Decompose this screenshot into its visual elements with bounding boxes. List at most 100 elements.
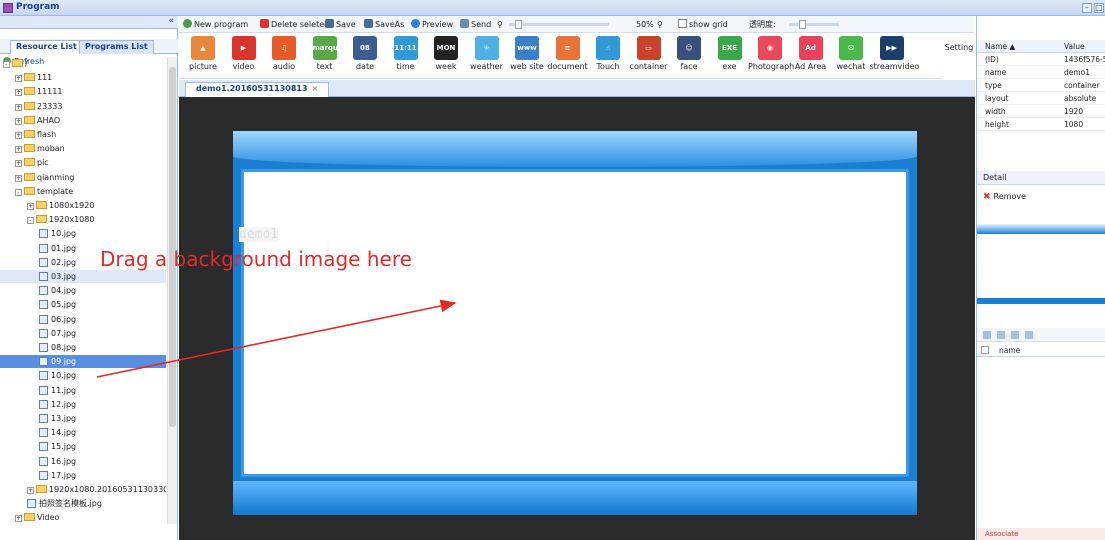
property-row[interactable]: height 1080: [977, 118, 1105, 131]
delete-selected-button[interactable]: Delete seleted: [260, 18, 329, 31]
palette-item-wechat[interactable]: ✉ wechat: [829, 36, 873, 78]
tree-item[interactable]: + Video: [0, 511, 166, 524]
tree-item[interactable]: 06.jpg: [0, 313, 166, 326]
tab-programs-list[interactable]: Programs List: [79, 40, 154, 54]
remove-button[interactable]: ✖ Remove: [983, 192, 1026, 202]
send-button[interactable]: Send: [460, 18, 491, 31]
tree-item[interactable]: + AHAO: [0, 114, 166, 127]
expand-toggle-icon[interactable]: +: [15, 75, 22, 83]
save-as-button[interactable]: SaveAs: [364, 18, 404, 31]
tree-item[interactable]: - /: [0, 57, 166, 70]
opacity-slider[interactable]: [789, 20, 839, 29]
collapse-left-icon[interactable]: «: [168, 16, 174, 26]
property-value[interactable]: demo1: [1064, 66, 1105, 79]
tree-item[interactable]: +1080x1920: [0, 199, 166, 212]
preview-button[interactable]: Preview: [411, 18, 453, 31]
property-value[interactable]: 1436f576-5: [1064, 53, 1105, 66]
property-row[interactable]: type container: [977, 79, 1105, 92]
show-grid-toggle[interactable]: show grid: [678, 18, 728, 31]
palette-item-picture[interactable]: ▲ picture: [181, 36, 225, 78]
property-row[interactable]: width 1920: [977, 105, 1105, 118]
tree-item[interactable]: 04.jpg: [0, 284, 166, 297]
palette-item-web-site[interactable]: www web site: [505, 36, 549, 78]
tree-item[interactable]: +11111: [0, 85, 166, 98]
property-value[interactable]: 1080: [1064, 118, 1105, 131]
palette-item-face[interactable]: ☺ face: [667, 36, 711, 78]
tab-demo1[interactable]: demo1.20160531130813 ×: [185, 82, 330, 97]
tree-item[interactable]: - 1920x1080: [0, 213, 166, 226]
expand-toggle-icon[interactable]: +: [27, 487, 34, 494]
tree-scrollbar[interactable]: [167, 57, 177, 524]
tree-item[interactable]: 17.jpg: [0, 469, 166, 482]
tree-item[interactable]: 07.jpg: [0, 327, 166, 340]
new-program-button[interactable]: New program: [183, 18, 248, 31]
collapse-bar[interactable]: «: [0, 16, 178, 29]
palette-item-video[interactable]: ▶ video: [222, 36, 266, 78]
tree-item[interactable]: 拍照签名模板.jpg: [0, 497, 166, 510]
tree-item[interactable]: +1920x1080.20160531130330: [0, 483, 166, 496]
expand-toggle-icon[interactable]: +: [15, 89, 22, 97]
expand-toggle-icon[interactable]: +: [15, 132, 22, 139]
property-row[interactable]: name demo1: [977, 66, 1105, 79]
tree-item[interactable]: + flash: [0, 128, 166, 141]
mini-tool-icon-1[interactable]: [983, 331, 991, 339]
tree-item[interactable]: 14.jpg: [0, 426, 166, 439]
show-grid-checkbox[interactable]: [678, 19, 687, 28]
palette-item-audio[interactable]: ♫ audio: [262, 36, 306, 78]
expand-toggle-icon[interactable]: +: [15, 117, 22, 125]
tree-item[interactable]: 13.jpg: [0, 412, 166, 425]
associate-tab[interactable]: Associate: [977, 528, 1105, 540]
tree-item[interactable]: 16.jpg: [0, 455, 166, 468]
mini-tool-icon-3[interactable]: [1011, 331, 1019, 339]
expand-toggle-icon[interactable]: -: [27, 217, 34, 225]
expand-toggle-icon[interactable]: +: [27, 203, 34, 210]
expand-toggle-icon[interactable]: -: [3, 61, 10, 68]
tab-resource-list[interactable]: Resource List: [10, 40, 83, 54]
save-button[interactable]: Save: [325, 18, 356, 31]
tree-item[interactable]: 11.jpg: [0, 384, 166, 397]
tree-item[interactable]: 10.jpg: [0, 369, 166, 382]
zoom-slider-thumb[interactable]: [515, 20, 522, 29]
expand-toggle-icon[interactable]: +: [15, 515, 22, 523]
palette-item-date[interactable]: 08 date: [343, 36, 387, 78]
palette-item-week[interactable]: MON week: [424, 36, 468, 78]
tree-item[interactable]: +111: [0, 71, 166, 84]
palette-item-time[interactable]: 11:11 time: [384, 36, 428, 78]
mini-tool-icon-4[interactable]: [1025, 331, 1033, 339]
property-row[interactable]: layout absolute: [977, 92, 1105, 105]
opacity-slider-thumb[interactable]: [799, 20, 806, 29]
tree-item[interactable]: 08.jpg: [0, 341, 166, 354]
palette-item-container[interactable]: ▭ container: [627, 36, 671, 78]
property-value[interactable]: container: [1064, 79, 1105, 92]
property-value[interactable]: absolute: [1064, 92, 1105, 105]
tree-item[interactable]: 15.jpg: [0, 440, 166, 453]
tree-item[interactable]: + moban: [0, 142, 166, 155]
expand-toggle-icon[interactable]: +: [15, 174, 22, 182]
minimize-icon[interactable]: –: [1082, 3, 1092, 13]
close-tab-icon[interactable]: ×: [312, 84, 319, 93]
palette-item-document[interactable]: ≡ document: [546, 36, 590, 78]
expand-toggle-icon[interactable]: +: [15, 146, 22, 154]
select-all-checkbox[interactable]: [981, 346, 989, 354]
palette-item-touch[interactable]: ☝ Touch: [586, 36, 630, 78]
tree-item[interactable]: + pic: [0, 156, 166, 169]
setting-button[interactable]: Setting: [943, 33, 975, 79]
value-column[interactable]: Value: [1064, 40, 1105, 53]
template-frame[interactable]: demo1: [233, 131, 917, 515]
palette-item-weather[interactable]: ☀ weather: [465, 36, 509, 78]
palette-item-exe[interactable]: EXE exe: [708, 36, 752, 78]
tree-item[interactable]: 10.jpg: [0, 227, 166, 240]
palette-item-photograph[interactable]: ◉ Photograph: [748, 36, 794, 78]
tree-item[interactable]: - template: [0, 185, 166, 198]
palette-item-streamvideo[interactable]: ▶▶ streamvideo: [870, 36, 919, 78]
tree-item[interactable]: + qianming: [0, 171, 166, 184]
name-column[interactable]: Name ▲: [985, 40, 1055, 53]
tree-item[interactable]: 03.jpg: [0, 270, 166, 283]
design-canvas[interactable]: demo1: [179, 97, 975, 540]
property-value[interactable]: 1920: [1064, 105, 1105, 118]
tree-item[interactable]: 12.jpg: [0, 398, 166, 411]
property-row[interactable]: (ID) 1436f576-5: [977, 53, 1105, 66]
palette-item-ad-area[interactable]: Ad Ad Area: [789, 36, 833, 78]
zoom-out-icon[interactable]: ⚲: [497, 18, 503, 31]
zoom-in-icon[interactable]: ⚲: [657, 18, 663, 31]
